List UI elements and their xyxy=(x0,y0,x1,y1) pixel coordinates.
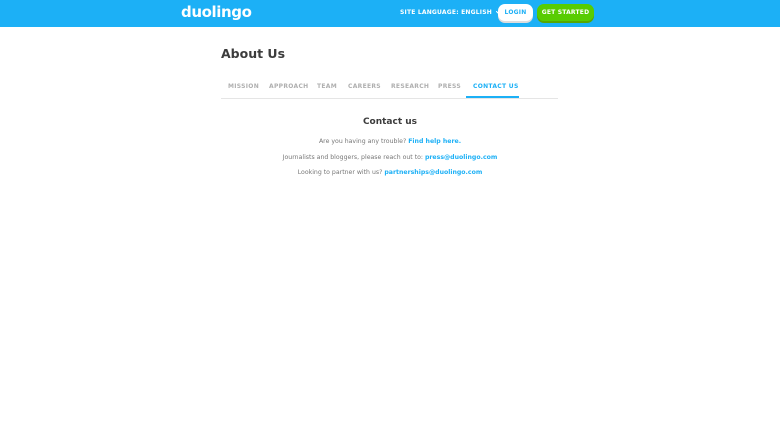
site-language-label: SITE LANGUAGE: ENGLISH xyxy=(400,9,492,16)
trouble-line: Are you having any trouble? Find help he… xyxy=(0,138,780,145)
page-title: About Us xyxy=(221,46,286,61)
tab-mission[interactable]: MISSION xyxy=(228,83,259,90)
tab-press[interactable]: PRESS xyxy=(438,83,461,90)
duolingo-logo[interactable]: duolingo xyxy=(181,3,252,21)
tab-team[interactable]: TEAM xyxy=(317,83,337,90)
active-tab-indicator xyxy=(466,96,519,98)
tab-careers[interactable]: CAREERS xyxy=(348,83,381,90)
partner-text: Looking to partner with us? xyxy=(297,169,383,176)
top-navigation-bar: duolingo SITE LANGUAGE: ENGLISH LOGIN GE… xyxy=(0,0,780,27)
trouble-text: Are you having any trouble? xyxy=(318,138,407,145)
login-button[interactable]: LOGIN xyxy=(498,4,533,21)
partner-line: Looking to partner with us? partnerships… xyxy=(0,169,780,176)
site-language-dropdown[interactable]: SITE LANGUAGE: ENGLISH xyxy=(400,9,501,16)
partnerships-email-link[interactable]: partnerships@duolingo.com xyxy=(384,169,482,176)
get-started-button[interactable]: GET STARTED xyxy=(537,4,594,21)
contact-section-title: Contact us xyxy=(362,117,418,127)
press-email-link[interactable]: press@duolingo.com xyxy=(425,154,497,161)
press-text: Journalists and bloggers, please reach o… xyxy=(282,154,423,161)
tab-research[interactable]: RESEARCH xyxy=(391,83,429,90)
press-line: Journalists and bloggers, please reach o… xyxy=(0,154,780,161)
find-help-link[interactable]: Find help here. xyxy=(408,138,461,145)
about-tabs: MISSION APPROACH TEAM CAREERS RESEARCH P… xyxy=(221,79,558,99)
tab-approach[interactable]: APPROACH xyxy=(269,83,308,90)
tab-contact-us[interactable]: CONTACT US xyxy=(473,83,519,90)
